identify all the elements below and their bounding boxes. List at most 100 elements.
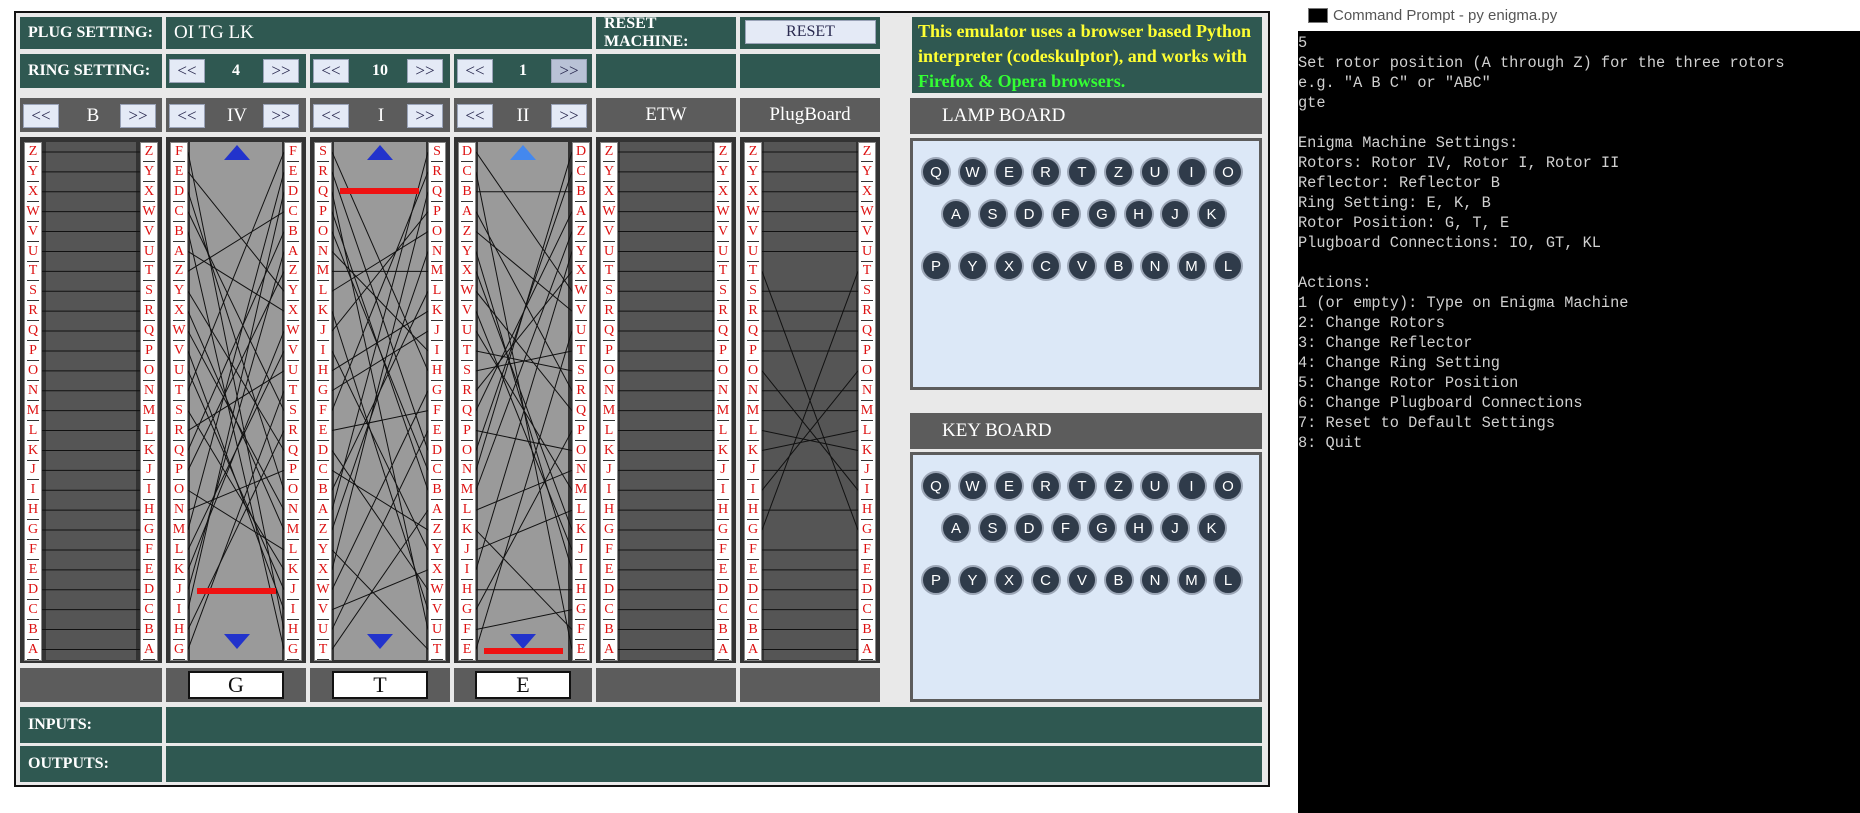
notch-marker	[197, 588, 276, 594]
strip-letter: X	[745, 183, 761, 202]
strip-letter: P	[859, 342, 875, 361]
key-a[interactable]: A	[941, 513, 971, 543]
strip-letter: V	[171, 342, 187, 361]
strip-letter: Z	[429, 521, 445, 541]
strip-letter: R	[141, 302, 157, 322]
notch-marker	[340, 188, 419, 194]
key-j[interactable]: J	[1160, 513, 1190, 543]
strip-letter: U	[715, 243, 731, 262]
triangle-down-icon[interactable]	[222, 632, 252, 650]
key-b[interactable]: B	[1103, 565, 1134, 595]
lamp-board-title: LAMP BOARD	[910, 98, 1262, 134]
key-u[interactable]: U	[1140, 471, 1170, 501]
key-l[interactable]: L	[1213, 565, 1243, 595]
key-r[interactable]: R	[1030, 471, 1061, 501]
strip-letter: U	[429, 621, 445, 640]
strip-letter: G	[285, 641, 301, 660]
letter-strip: SRQPONMLKJIHGFEDCBAZYXWVUT	[428, 142, 446, 662]
key-h[interactable]: H	[1123, 513, 1154, 543]
key-p[interactable]: P	[921, 565, 951, 595]
key-d[interactable]: D	[1014, 513, 1044, 543]
lamp-h: H	[1123, 199, 1154, 229]
strip-letter: O	[171, 481, 187, 501]
lamp-q: Q	[921, 157, 951, 187]
strip-letter: C	[171, 203, 187, 222]
strip-letter: C	[285, 203, 301, 222]
wire	[475, 430, 573, 610]
key-z[interactable]: Z	[1103, 471, 1134, 501]
key-q[interactable]: Q	[921, 471, 951, 501]
strip-letter: H	[429, 362, 445, 381]
key-g[interactable]: G	[1087, 513, 1117, 543]
strip-letter: P	[715, 342, 731, 361]
strip-letter: X	[315, 561, 331, 580]
strip-letter: J	[601, 461, 617, 481]
triangle-up-icon[interactable]	[222, 144, 252, 162]
lamp-c: C	[1030, 251, 1061, 281]
wire	[187, 231, 285, 451]
strip-letter: H	[285, 621, 301, 640]
console-output[interactable]: 5 Set rotor position (A through Z) for th…	[1298, 33, 1858, 453]
strip-letter: F	[25, 541, 41, 560]
strip-letter: R	[859, 302, 875, 322]
strip-letter: S	[715, 282, 731, 302]
key-w[interactable]: W	[957, 471, 988, 501]
key-v[interactable]: V	[1067, 565, 1097, 595]
key-y[interactable]: Y	[957, 565, 988, 595]
strip-letter: Y	[715, 163, 731, 182]
strip-letter: E	[429, 422, 445, 441]
wire	[331, 251, 429, 352]
strip-letter: L	[859, 422, 875, 441]
strip-letter: W	[602, 203, 616, 222]
strip-letter: L	[25, 422, 41, 441]
strip-letter: M	[860, 402, 874, 421]
lamp-d: D	[1014, 199, 1044, 229]
strip-letter: Y	[859, 163, 875, 182]
rotor-ii-position[interactable]: E	[475, 671, 571, 699]
strip-letter: T	[315, 641, 331, 660]
key-board-title: KEY BOARD	[910, 413, 1262, 449]
strip-letter: A	[715, 641, 731, 660]
key-k[interactable]: K	[1196, 513, 1227, 543]
wire	[331, 151, 429, 511]
info-line-1: This emulator uses a browser based Pytho…	[918, 21, 1252, 41]
key-i[interactable]: I	[1176, 471, 1207, 501]
letter-strip: ZYXWVUTSRQPONMLKJIHGFEDCBA	[140, 142, 158, 662]
key-c[interactable]: C	[1030, 565, 1061, 595]
key-s[interactable]: S	[977, 513, 1008, 543]
inputs-field[interactable]	[166, 707, 1262, 743]
strip-letter: E	[573, 641, 589, 660]
wire	[475, 211, 573, 391]
strip-letter: B	[25, 621, 41, 640]
inputs-label: INPUTS:	[20, 707, 162, 743]
strip-letter: P	[315, 203, 331, 222]
letter-strip: ZYXWVUTSRQPONMLKJIHGFEDCBA	[24, 142, 42, 662]
strip-letter: X	[429, 561, 445, 580]
key-e[interactable]: E	[994, 471, 1024, 501]
rotor-i-position[interactable]: T	[332, 671, 428, 699]
strip-letter: D	[859, 581, 875, 600]
triangle-down-icon[interactable]	[365, 632, 395, 650]
strip-letter: D	[715, 581, 731, 600]
key-t[interactable]: T	[1067, 471, 1097, 501]
triangle-up-icon[interactable]	[508, 144, 538, 162]
key-f[interactable]: F	[1050, 513, 1081, 543]
rotor-iv-position[interactable]: G	[188, 671, 284, 699]
strip-letter: E	[745, 561, 761, 580]
key-n[interactable]: N	[1140, 565, 1170, 595]
strip-letter: K	[601, 442, 617, 461]
triangle-up-icon[interactable]	[365, 144, 395, 162]
empty-cell	[20, 668, 162, 702]
key-o[interactable]: O	[1213, 471, 1243, 501]
strip-letter: W	[860, 203, 874, 222]
command-prompt-titlebar[interactable]: Command Prompt - py enigma.py	[1298, 0, 1860, 31]
strip-letter: K	[859, 442, 875, 461]
key-m[interactable]: M	[1176, 565, 1207, 595]
key-x[interactable]: X	[994, 565, 1024, 595]
lamp-g: G	[1087, 199, 1117, 229]
strip-letter: H	[459, 581, 475, 600]
strip-letter: S	[25, 282, 41, 302]
strip-letter: W	[716, 203, 730, 222]
strip-letter: P	[141, 342, 157, 361]
